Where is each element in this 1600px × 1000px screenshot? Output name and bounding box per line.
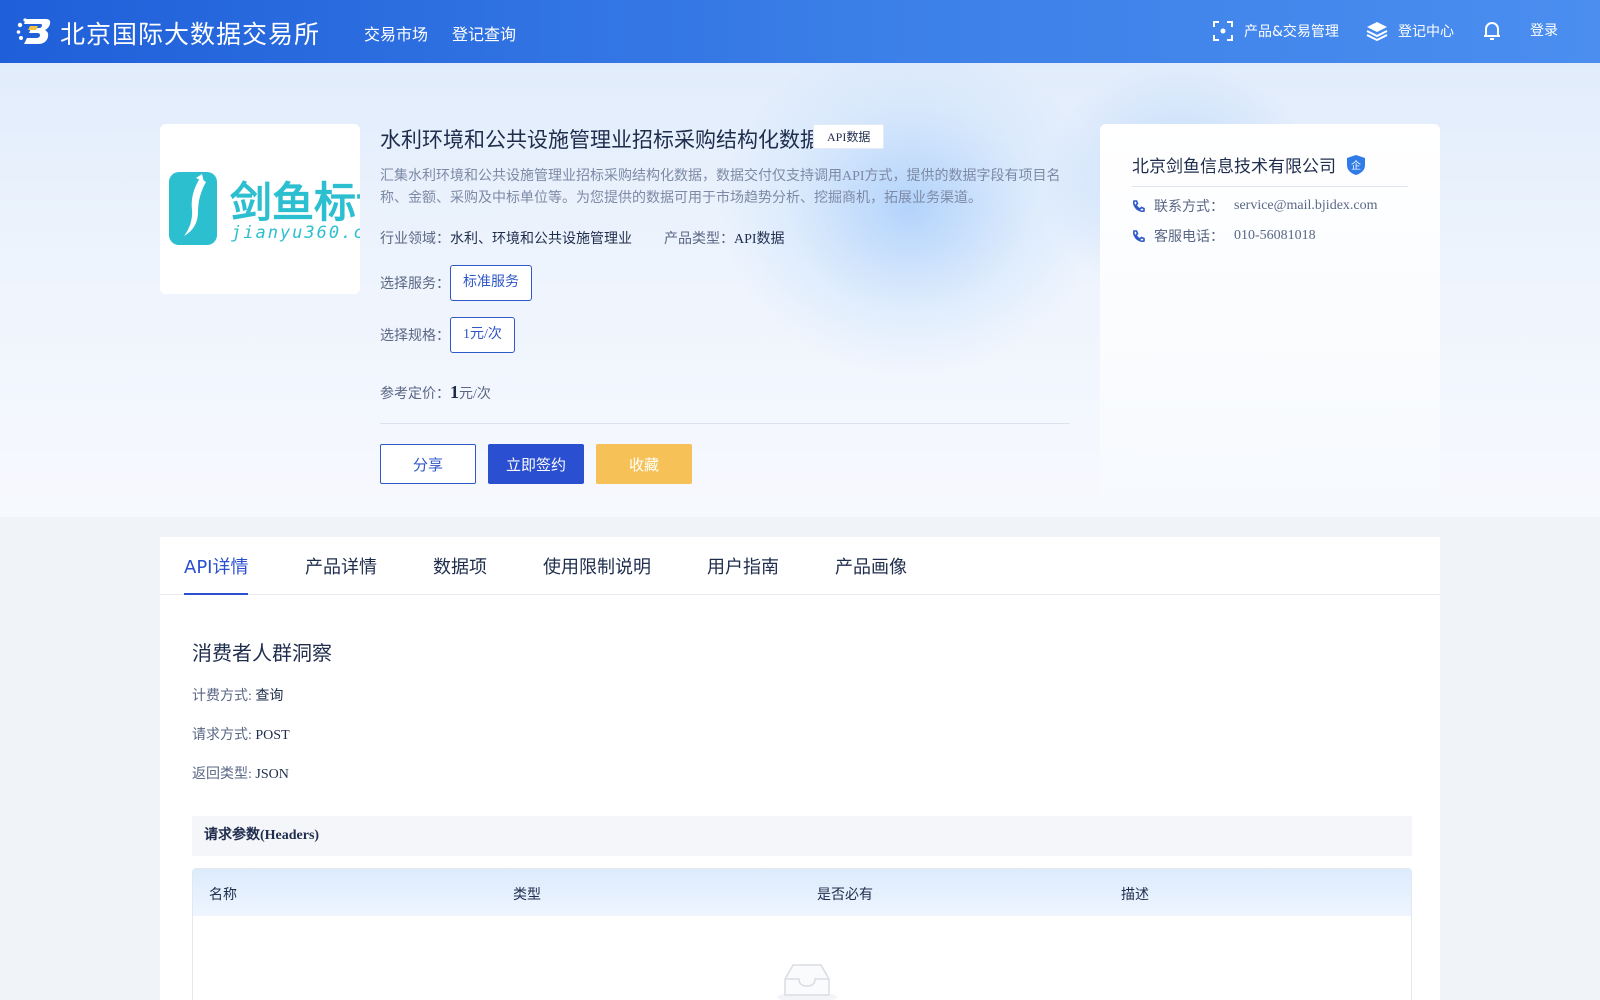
vendor-name[interactable]: 北京剑鱼信息技术有限公司 [1132, 152, 1336, 177]
top-navigation-bar: 北京国际大数据交易所 交易市场 登记查询 产品&交易管理 登记中心 登录 [0, 0, 1600, 63]
industry-label: 行业领域： [380, 232, 450, 247]
bell-icon[interactable] [1482, 20, 1502, 42]
jianyu-logo-domain: jianyu360.cn [231, 223, 360, 243]
login-label: 登录 [1530, 23, 1558, 39]
request-method-value: POST [255, 728, 290, 743]
phone-label: 客服电话： [1154, 230, 1224, 245]
nav-trade-market[interactable]: 交易市场 [364, 21, 428, 45]
scan-frame-icon [1213, 21, 1233, 41]
spec-option-per-call[interactable]: 1元/次 [450, 317, 515, 353]
login-link[interactable]: 登录 [1530, 20, 1558, 40]
vendor-card: 北京剑鱼信息技术有限公司 企 联系方式： service@mail.bjidex… [1100, 124, 1440, 514]
price-value: 1 [450, 382, 459, 402]
product-type-value: API数据 [734, 232, 785, 247]
billing-value: 查询 [255, 689, 284, 704]
industry-field: 行业领域：水利、环境和公共设施管理业 [380, 228, 632, 248]
industry-value: 水利、环境和公共设施管理业 [450, 232, 632, 247]
column-header-description: 描述 [1121, 888, 1149, 903]
price-unit: 元/次 [459, 387, 491, 402]
return-type-label: 返回类型: [192, 767, 252, 782]
request-params-heading: 请求参数(Headers) [192, 816, 1412, 856]
vendor-name-row: 北京剑鱼信息技术有限公司 企 [1132, 152, 1366, 177]
enterprise-verified-shield-icon: 企 [1347, 154, 1365, 175]
contact-label: 联系方式： [1154, 200, 1224, 215]
tab-api-details[interactable]: API详情 [184, 553, 249, 595]
phone-number[interactable]: 010-56081018 [1234, 228, 1316, 244]
nav-register-center-label: 登记中心 [1398, 24, 1454, 40]
contact-email[interactable]: service@mail.bjidex.com [1234, 198, 1378, 214]
phone-icon [1133, 230, 1145, 243]
vendor-phone-row: 客服电话： 010-56081018 [1132, 226, 1316, 246]
column-header-name: 名称 [209, 888, 237, 903]
jianyu-logo: 剑鱼标讯 jianyu360.cn [169, 172, 360, 245]
tab-data-items[interactable]: 数据项 [433, 553, 487, 593]
share-button[interactable]: 分享 [380, 444, 476, 484]
reference-price: 参考定价：1元/次 [380, 382, 491, 403]
tab-usage-restrictions[interactable]: 使用限制说明 [543, 553, 651, 593]
product-logo-card: 剑鱼标讯 jianyu360.cn [160, 124, 360, 294]
spec-selector: 选择规格： 1元/次 [380, 317, 515, 353]
tab-user-guide[interactable]: 用户指南 [707, 553, 779, 593]
request-method: 请求方式: POST [192, 724, 290, 744]
phone-icon [1133, 200, 1145, 213]
sign-now-button[interactable]: 立即签约 [488, 444, 584, 484]
request-method-label: 请求方式: [192, 728, 252, 743]
billing-method: 计费方式: 查询 [192, 685, 283, 705]
product-type-label: 产品类型： [664, 232, 734, 247]
layers-icon [1366, 22, 1388, 42]
return-type-value: JSON [255, 767, 289, 782]
service-selector: 选择服务： 标准服务 [380, 265, 532, 301]
nav-product-trade-management-label: 产品&交易管理 [1244, 24, 1339, 40]
detail-panel: API详情 产品详情 数据项 使用限制说明 用户指南 产品画像 消费者人群洞察 … [160, 537, 1440, 1000]
nav-registration-query[interactable]: 登记查询 [452, 21, 516, 45]
service-option-standard[interactable]: 标准服务 [450, 265, 532, 301]
vendor-divider [1132, 186, 1408, 187]
enterprise-badge-text: 企 [1351, 159, 1361, 172]
favorite-button[interactable]: 收藏 [596, 444, 692, 484]
column-header-required: 是否必有 [817, 888, 873, 903]
site-title[interactable]: 北京国际大数据交易所 [60, 15, 320, 51]
column-header-type: 类型 [513, 888, 541, 903]
nav-register-center[interactable]: 登记中心 [1366, 20, 1454, 42]
empty-inbox-icon [777, 964, 837, 1000]
action-divider [380, 423, 1070, 424]
api-title: 消费者人群洞察 [192, 641, 332, 665]
product-type-field: 产品类型：API数据 [664, 228, 785, 248]
request-params-table: 名称 类型 是否必有 描述 [192, 868, 1412, 1000]
bjidex-logo-icon[interactable] [16, 15, 52, 47]
product-title: 水利环境和公共设施管理业招标采购结构化数据 [380, 128, 821, 152]
tab-product-details[interactable]: 产品详情 [305, 553, 377, 593]
spec-label: 选择规格： [380, 329, 450, 344]
product-type-tag: API数据 [813, 124, 885, 149]
tab-product-profile[interactable]: 产品画像 [835, 553, 907, 593]
detail-tabs: API详情 产品详情 数据项 使用限制说明 用户指南 产品画像 [160, 537, 1440, 595]
vendor-contact-row: 联系方式： service@mail.bjidex.com [1132, 196, 1378, 216]
hero-background-glow [720, 63, 1100, 373]
product-description: 汇集水利环境和公共设施管理业招标采购结构化数据，数据交付仅支持调用API方式，提… [380, 169, 1061, 206]
return-type: 返回类型: JSON [192, 763, 289, 783]
billing-label: 计费方式: [192, 689, 252, 704]
jianyu-logo-text: 剑鱼标讯 [230, 178, 360, 227]
price-label: 参考定价： [380, 387, 450, 402]
table-header: 名称 类型 是否必有 描述 [193, 869, 1411, 916]
service-label: 选择服务： [380, 277, 450, 292]
nav-product-trade-management[interactable]: 产品&交易管理 [1212, 20, 1339, 42]
